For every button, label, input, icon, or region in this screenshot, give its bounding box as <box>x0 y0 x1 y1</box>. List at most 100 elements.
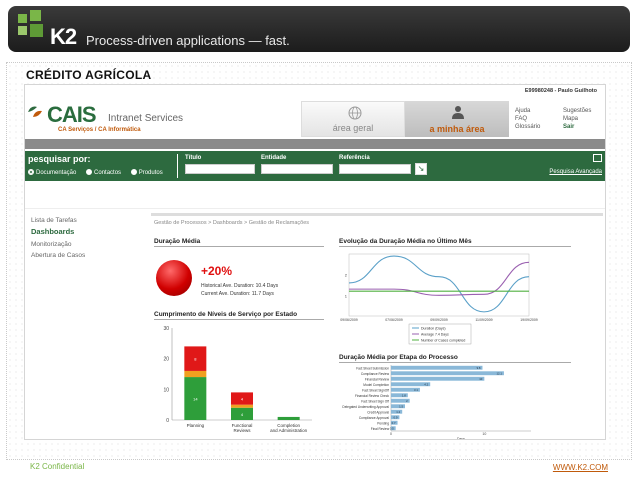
bar-value-label: 1.2 <box>396 410 400 414</box>
bar-value-label: 3.1 <box>414 388 418 392</box>
cais-leaf-icon <box>28 106 42 117</box>
radio-icon <box>130 169 137 175</box>
y-tick-label: 10 <box>163 387 169 393</box>
y-tick-label: 0 <box>166 418 169 424</box>
search-bar: pesquisar por: Documentação Contactos Pr… <box>25 151 605 181</box>
radio-label: Documentação <box>36 170 77 176</box>
k2-logo: K2 <box>50 24 77 49</box>
y-tick-label: 20 <box>163 357 169 363</box>
link-sair[interactable]: Sair <box>563 123 591 131</box>
app-header: CAIS Intranet Services CA Serviços / CA … <box>25 99 605 139</box>
advanced-search-link[interactable]: Pesquisa Avançada <box>549 169 602 175</box>
k2-banner: K2 Process-driven applications — fast. <box>8 6 630 52</box>
x-tick-label: 19/09/2009 <box>520 318 538 322</box>
search-input-titulo[interactable] <box>185 164 255 174</box>
search-input-entidade[interactable] <box>261 164 333 174</box>
cais-logo: CAIS <box>47 102 97 127</box>
footer-confidential: K2 Confidential <box>30 462 85 471</box>
radio-documentacao[interactable]: Documentação <box>28 169 77 176</box>
panel-title-niveis: Cumprimento de Níveis de Serviço por Est… <box>154 311 324 320</box>
footer-website-link[interactable]: WWW.K2.COM <box>553 463 608 472</box>
radio-selected-icon <box>28 169 34 175</box>
legend-label: Number of Cases completed <box>421 339 465 343</box>
bar-value-label: 1.8 <box>402 394 406 398</box>
stacked-bar-segment <box>231 404 253 408</box>
nav-item-lista-tarefas[interactable]: Lista de Tarefas <box>31 215 141 226</box>
radio-contactos[interactable]: Contactos <box>86 169 122 176</box>
search-input-referencia[interactable] <box>339 164 411 174</box>
bar-value-label: 0.9 <box>394 416 398 420</box>
globe-icon <box>348 106 362 120</box>
search-go-button[interactable]: ↘ <box>415 163 427 175</box>
duration-info: Historical Ave. Duration: 10.4 Days Curr… <box>201 282 278 298</box>
bar <box>391 365 483 370</box>
link-mapa[interactable]: Mapa <box>563 115 591 123</box>
link-sugestoes[interactable]: Sugestões <box>563 107 591 115</box>
link-faq[interactable]: FAQ <box>515 115 540 123</box>
user-line: E99980248 - Paulo Guilhoto <box>524 88 597 94</box>
x-tick-label: Reviews <box>233 428 251 433</box>
field-label-entidade: Entidade <box>261 155 287 161</box>
y-tick-label: Compliance Review <box>361 372 390 376</box>
help-links: Ajuda FAQ Glossário <box>515 107 540 131</box>
radio-icon <box>86 169 93 175</box>
y-tick-label: 30 <box>163 326 169 332</box>
x-tick-label: Planning <box>187 423 205 428</box>
historical-duration: Historical Ave. Duration: 10.4 Days <box>201 283 279 289</box>
stacked-bar-segment <box>277 416 300 420</box>
field-label-titulo: Título <box>185 155 202 161</box>
brand-org: CA Serviços / CA Informática <box>58 127 141 133</box>
bar-value-label: 12.1 <box>496 372 502 376</box>
y-tick-label: Credit Approval <box>367 410 389 414</box>
panel-title-etapa: Duração Média por Etapa do Processo <box>339 354 571 363</box>
radio-label: Produtos <box>138 170 163 176</box>
window-icon[interactable] <box>593 154 602 162</box>
left-nav: Lista de Tarefas Dashboards Monitorizaçã… <box>31 215 141 261</box>
x-tick-label: 09/09/2009 <box>430 318 448 322</box>
x-tick-label: 11/09/2009 <box>475 318 492 322</box>
legend-label: Average 7.4 Days <box>421 333 449 337</box>
evolution-chart: 1 2 09/06/2009 07/06/2009 09/09/2009 11/09/20… <box>340 253 538 345</box>
tab-area-geral[interactable]: área geral <box>301 101 405 137</box>
utility-links: Sugestões Mapa Sair <box>563 107 591 131</box>
bar-value-label: 4.2 <box>424 383 428 387</box>
link-ajuda[interactable]: Ajuda <box>515 107 540 115</box>
legend-label: Duration (Days) <box>421 327 446 331</box>
tab-a-minha-area[interactable]: a minha área <box>405 101 509 137</box>
tab-label: a minha área <box>429 124 485 134</box>
nav-item-monitorizacao[interactable]: Monitorização <box>31 239 141 250</box>
radio-produtos[interactable]: Produtos <box>130 169 163 176</box>
nav-item-abertura-casos[interactable]: Abertura de Casos <box>31 250 141 261</box>
y-tick-label: 2 <box>345 273 348 278</box>
x-tick-label: and Administration <box>270 428 308 433</box>
nav-item-dashboards[interactable]: Dashboards <box>31 226 141 237</box>
y-tick-label: Pending <box>377 421 389 425</box>
x-axis-label: Days <box>457 437 465 440</box>
bar-value-label: 1.5 <box>399 405 403 409</box>
bar-value-label: 14 <box>193 397 198 402</box>
y-tick-label: Financial Review Check <box>355 394 389 398</box>
logo-square <box>30 10 41 21</box>
user-icon <box>452 106 464 119</box>
logo-square <box>18 14 27 23</box>
bar-value-label: 0.7 <box>392 421 396 425</box>
header-divider-bar <box>25 139 605 149</box>
y-tick-label: Fact Sheet Submission <box>356 366 389 370</box>
breadcrumb: Gestão de Processos > Dashboards > Gestã… <box>154 220 310 226</box>
y-tick-label: 1 <box>345 293 348 298</box>
tab-label: área geral <box>332 123 374 133</box>
logo-square <box>30 24 43 37</box>
current-duration: Current Ave. Duration: 11.7 Days <box>201 291 274 297</box>
bar <box>391 376 485 381</box>
y-tick-label: Fact Sheet SignOff <box>362 388 389 392</box>
logo-square <box>18 26 27 35</box>
radio-label: Contactos <box>94 170 122 176</box>
link-glossario[interactable]: Glossário <box>515 123 540 131</box>
dashboard-main: Gestão de Processos > Dashboards > Gestã… <box>151 213 603 440</box>
bar-value-label: 10 <box>479 377 483 381</box>
search-divider <box>177 154 178 178</box>
x-tick-label: 09/06/2009 <box>340 318 358 322</box>
duration-change: +20% <box>201 264 233 278</box>
spacer <box>25 181 605 209</box>
bar <box>391 371 504 376</box>
